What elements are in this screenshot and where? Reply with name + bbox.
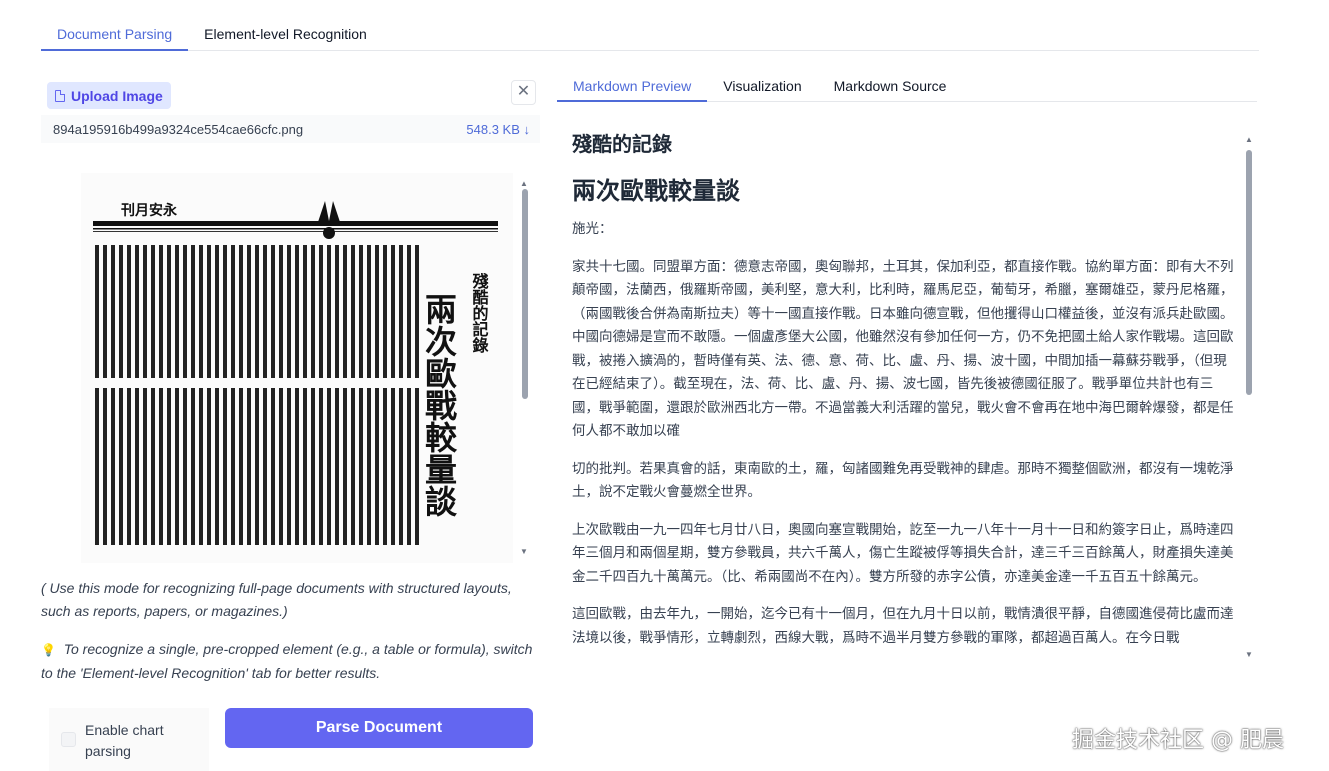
publication-title: 刊月安永 [121, 202, 178, 219]
scroll-down-icon[interactable]: ▼ [520, 547, 528, 556]
chart-parsing-checkbox[interactable] [61, 732, 76, 747]
scroll-up-icon[interactable]: ▲ [520, 179, 528, 188]
document-image-preview: 刊月安永 殘酷的記錄 兩次歐戰較量談 ▲ ▼ [51, 173, 539, 563]
watermark: 掘金技术社区 @ 肥晨 [1072, 728, 1284, 753]
tab-document-parsing[interactable]: Document Parsing [41, 22, 189, 51]
upload-image-label: Upload Image [71, 87, 163, 104]
file-size-download-link[interactable]: 548.3 KB ↓ [466, 122, 530, 137]
markdown-author: 施光： [572, 221, 613, 237]
close-icon[interactable]: ✕ [511, 80, 536, 105]
markdown-heading-large: 兩次歐戰較量談 [572, 177, 740, 205]
preview-scrollbar[interactable]: ▲ ▼ [519, 179, 531, 559]
file-info-row: 894a195916b499a9324ce554cae66cfc.png 548… [41, 115, 540, 143]
upload-image-button[interactable]: Upload Image [47, 82, 171, 109]
chart-parsing-toggle[interactable]: Enable chart parsing [49, 708, 209, 771]
md-scroll-up-icon[interactable]: ▲ [1245, 135, 1253, 144]
tab-markdown-preview[interactable]: Markdown Preview [557, 72, 708, 102]
mode-note: ( Use this mode for recognizing full-pag… [41, 580, 512, 619]
upload-panel: Upload Image ✕ 894a195916b499a9324ce554c… [41, 77, 540, 563]
chart-parsing-label: Enable chart parsing [85, 722, 164, 759]
vertical-title-small: 殘酷的記錄 [470, 272, 489, 354]
tab-element-level-recognition[interactable]: Element-level Recognition [188, 22, 383, 51]
parse-document-button[interactable]: Parse Document [225, 708, 533, 748]
scanned-page-image: 刊月安永 殘酷的記錄 兩次歐戰較量談 [81, 173, 513, 563]
tip-text: To recognize a single, pre-cropped eleme… [41, 641, 533, 681]
markdown-heading-small: 殘酷的記錄 [572, 132, 672, 156]
markdown-paragraph-1: 家共十七國。同盟單方面：德意志帝國，奧匈聯邦，土耳其，保加利亞，都直接作戰。協約… [572, 258, 1234, 440]
scanned-page-svg: 刊月安永 殘酷的記錄 兩次歐戰較量談 [81, 173, 513, 563]
markdown-scroll-thumb[interactable] [1246, 150, 1252, 395]
file-name: 894a195916b499a9324ce554cae66cfc.png [53, 121, 304, 137]
markdown-scrollbar[interactable]: ▲ ▼ [1244, 135, 1256, 665]
top-tab-bar: Document Parsing Element-level Recogniti… [41, 22, 1259, 51]
md-scroll-down-icon[interactable]: ▼ [1245, 650, 1253, 659]
tab-visualization[interactable]: Visualization [707, 72, 817, 102]
markdown-paragraph-4: 這回歐戰，由去年九，一開始，迄今已有十一個月，但在九月十日以前，戰情潰很平靜，自… [572, 606, 1234, 646]
tip-note: 💡 To recognize a single, pre-cropped ele… [41, 638, 541, 685]
result-tab-bar: Markdown Preview Visualization Markdown … [557, 72, 1257, 102]
preview-scroll-thumb[interactable] [522, 189, 528, 399]
markdown-paragraph-3: 上次歐戰由一九一四年七月廿八日，奧國向塞宣戰開始，訖至一九一八年十一月十一日和約… [572, 521, 1234, 585]
lightbulb-icon: 💡 [41, 643, 56, 657]
markdown-paragraph-2: 切的批判。若果真會的話，東南歐的土，羅，匈諸國難免再受戰神的肆虐。那時不獨整個歐… [572, 460, 1234, 501]
markdown-preview: 殘酷的記錄 兩次歐戰較量談 施光： 家共十七國。同盟單方面：德意志帝國，奧匈聯邦… [572, 120, 1240, 670]
vertical-title-large: 兩次歐戰較量談 [420, 293, 458, 517]
tab-markdown-source[interactable]: Markdown Source [818, 72, 963, 102]
file-icon [55, 89, 65, 102]
